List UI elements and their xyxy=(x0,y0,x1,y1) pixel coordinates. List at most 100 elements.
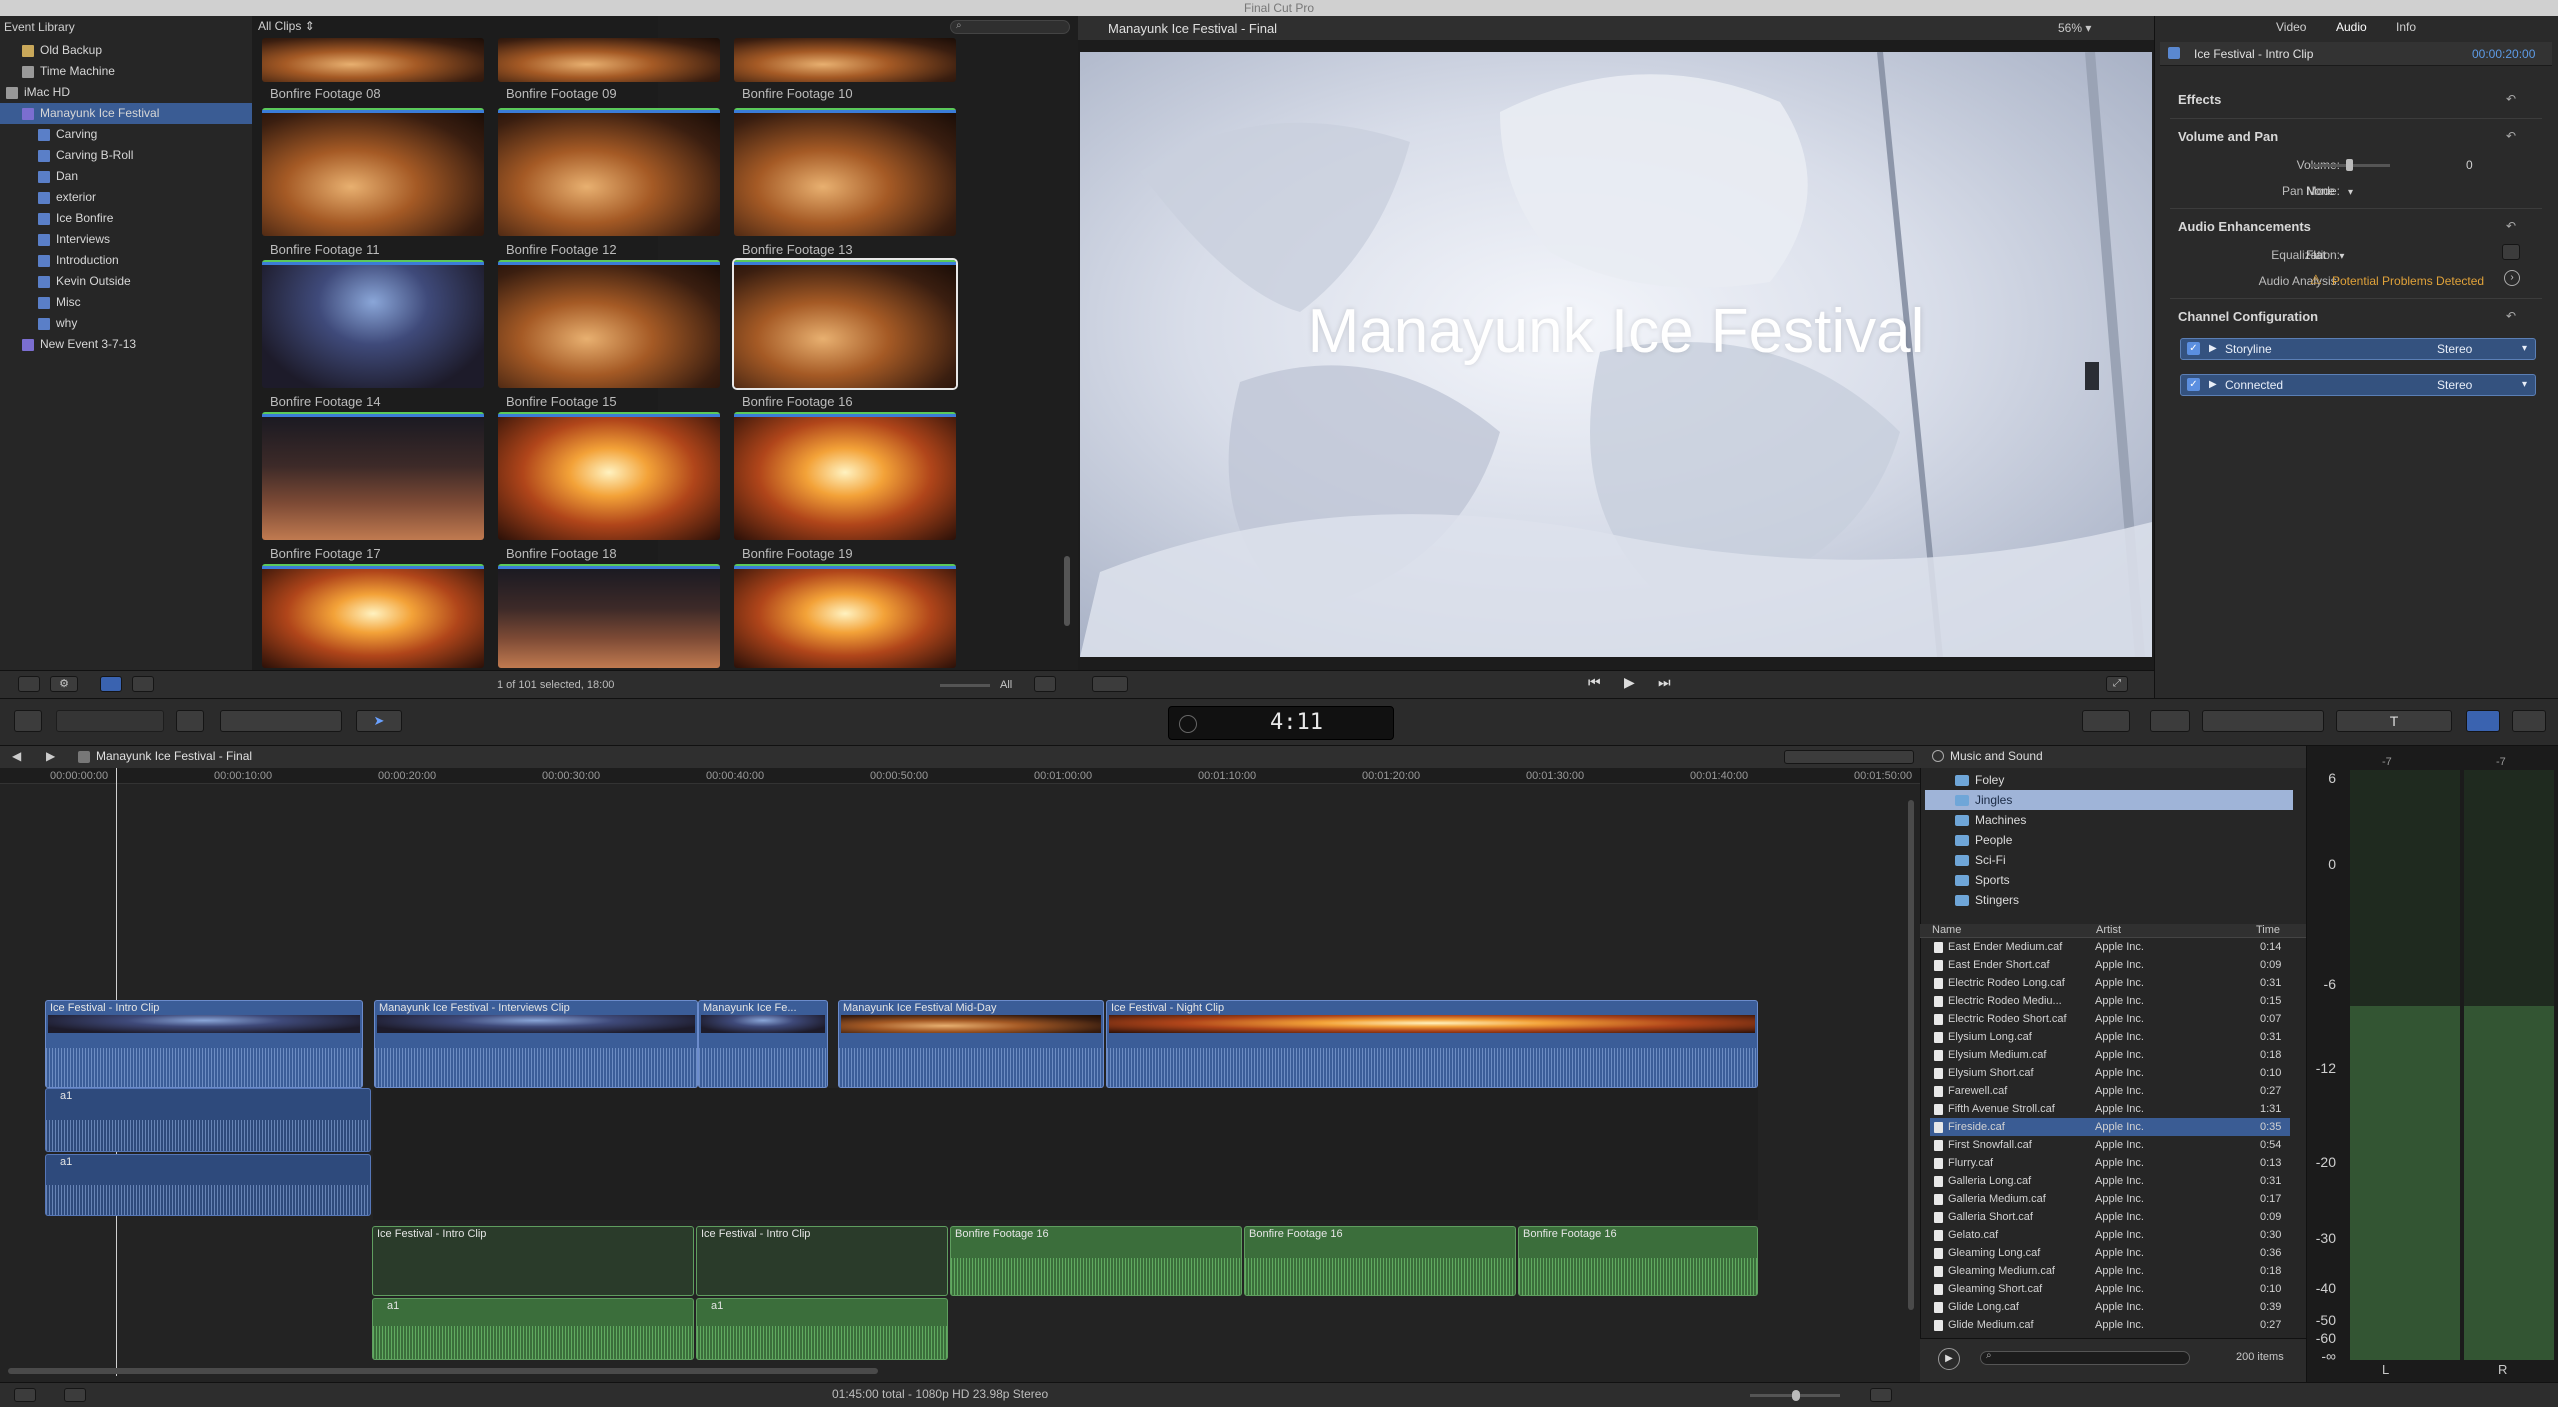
forward-icon[interactable]: ▶ xyxy=(46,749,55,763)
browser-show-all[interactable]: All xyxy=(1000,679,1012,691)
timeline-connected-clip[interactable]: Ice Festival - Intro Clip xyxy=(372,1226,694,1296)
timeline-connected-clip[interactable]: Bonfire Footage 16 xyxy=(950,1226,1242,1296)
previous-edit-icon[interactable]: ⏮ xyxy=(1588,674,1601,691)
sound-list-row[interactable]: Glide Medium.caf Apple Inc. 0:27 xyxy=(1930,1316,2290,1334)
reset-volume-icon[interactable]: ↶ xyxy=(2506,129,2516,143)
disclosure-triangle-icon[interactable]: ▶ xyxy=(2209,375,2217,395)
sound-list-row[interactable]: Elysium Short.caf Apple Inc. 0:10 xyxy=(1930,1064,2290,1082)
chevron-down-icon[interactable]: ▾ xyxy=(2522,375,2527,395)
timeline-zoom-slider[interactable] xyxy=(1750,1390,1840,1401)
sound-list-row[interactable]: Gleaming Short.caf Apple Inc. 0:10 xyxy=(1930,1280,2290,1298)
clip-thumbnail[interactable] xyxy=(734,38,956,82)
next-edit-icon[interactable]: ⏭ xyxy=(1658,674,1671,691)
clip-filter-dropdown[interactable]: All Clips ⇕ xyxy=(258,19,315,33)
checkbox[interactable]: ✓ xyxy=(2187,342,2200,355)
play-icon[interactable]: ▶ xyxy=(1938,1348,1960,1370)
library-item[interactable]: New Event 3-7-13 xyxy=(0,334,252,355)
fullscreen-icon[interactable]: ⤢ xyxy=(2106,676,2128,692)
library-item[interactable]: Carving B-Roll xyxy=(0,145,252,166)
equalization-dropdown[interactable]: Flat ▾ xyxy=(2306,248,2344,262)
volume-slider[interactable] xyxy=(2310,159,2390,171)
clip-thumbnail[interactable] xyxy=(262,412,484,540)
timeline-connected-clip[interactable]: Bonfire Footage 16 xyxy=(1518,1226,1758,1296)
tab-audio[interactable]: Audio xyxy=(2336,20,2367,34)
clip-thumbnail[interactable] xyxy=(734,564,956,668)
sound-folder[interactable]: Sports xyxy=(1925,870,2293,890)
library-item[interactable]: why xyxy=(0,313,252,334)
skimming-toggle-icons[interactable] xyxy=(1784,750,1914,764)
sound-list-row[interactable]: Galleria Long.caf Apple Inc. 0:31 xyxy=(1930,1172,2290,1190)
column-time[interactable]: Time xyxy=(2256,924,2280,936)
timeline-video-clip[interactable]: Manayunk Ice Fe... xyxy=(698,1000,828,1088)
edit-buttons-group[interactable] xyxy=(220,710,342,732)
sound-list-row[interactable]: East Ender Medium.caf Apple Inc. 0:14 xyxy=(1930,938,2290,956)
library-item[interactable]: Interviews xyxy=(0,229,252,250)
clip-thumbnail[interactable] xyxy=(498,564,720,668)
sound-folder[interactable]: Foley xyxy=(1925,770,2293,790)
sound-list-row[interactable]: Electric Rodeo Mediu... Apple Inc. 0:15 xyxy=(1930,992,2290,1010)
sound-list-row[interactable]: Gelato.caf Apple Inc. 0:30 xyxy=(1930,1226,2290,1244)
viewer-zoom-dropdown[interactable]: 56% ▾ xyxy=(2058,21,2091,35)
library-toggle-button[interactable] xyxy=(18,676,40,692)
tab-video[interactable]: Video xyxy=(2276,20,2306,34)
audio-skimming-icon[interactable] xyxy=(64,1388,86,1402)
audio-clip-a1[interactable]: a1 xyxy=(696,1298,948,1360)
clip-thumbnail[interactable] xyxy=(498,108,720,236)
sound-folder[interactable]: People xyxy=(1925,830,2293,850)
tab-info[interactable]: Info xyxy=(2396,20,2416,34)
gear-icon[interactable]: ⚙ xyxy=(50,676,78,692)
enhancements-icon[interactable] xyxy=(2150,710,2190,732)
clip-thumbnail[interactable] xyxy=(734,412,956,540)
disclosure-triangle-icon[interactable]: ▶ xyxy=(2209,339,2217,359)
sound-list-row[interactable]: Glide Long.caf Apple Inc. 0:39 xyxy=(1930,1298,2290,1316)
reset-channels-icon[interactable]: ↶ xyxy=(2506,309,2516,323)
library-item[interactable]: Ice Bonfire xyxy=(0,208,252,229)
clip-thumbnail[interactable] xyxy=(262,38,484,82)
browser-search-field[interactable]: ⌕ xyxy=(950,20,1070,34)
reset-effects-icon[interactable]: ↶ xyxy=(2506,92,2516,106)
sound-list-row[interactable]: Elysium Medium.caf Apple Inc. 0:18 xyxy=(1930,1046,2290,1064)
filmstrip-view-button[interactable] xyxy=(100,676,122,692)
reset-enhancements-icon[interactable]: ↶ xyxy=(2506,219,2516,233)
timeline-video-clip[interactable]: Manayunk Ice Festival - Interviews Clip xyxy=(374,1000,698,1088)
inspector-toggle-icon[interactable] xyxy=(2466,710,2500,732)
timeline-hscrollbar[interactable] xyxy=(8,1368,878,1374)
clip-thumbnail[interactable] xyxy=(732,258,958,390)
sound-folder[interactable]: Sci-Fi xyxy=(1925,850,2293,870)
sound-list-row[interactable]: Electric Rodeo Long.caf Apple Inc. 0:31 xyxy=(1930,974,2290,992)
clip-thumbnail[interactable] xyxy=(498,38,720,82)
timeline-index-icon[interactable] xyxy=(14,1388,36,1402)
analysis-details-icon[interactable]: › xyxy=(2504,270,2520,286)
column-artist[interactable]: Artist xyxy=(2096,924,2121,936)
library-item[interactable]: Time Machine xyxy=(0,61,252,82)
channel-row-storyline[interactable]: ✓ ▶ Storyline Stereo ▾ xyxy=(2180,338,2536,360)
timeline-video-clip[interactable]: Ice Festival - Intro Clip xyxy=(45,1000,363,1088)
import-icon[interactable] xyxy=(14,710,42,732)
viewer-options-button[interactable] xyxy=(1092,676,1128,692)
timeline-video-clip[interactable]: Ice Festival - Night Clip xyxy=(1106,1000,1758,1088)
library-item[interactable]: Dan xyxy=(0,166,252,187)
sound-list-row[interactable]: Galleria Short.caf Apple Inc. 0:09 xyxy=(1930,1208,2290,1226)
clip-thumbnail[interactable] xyxy=(498,412,720,540)
back-icon[interactable]: ◀ xyxy=(12,749,21,763)
column-name[interactable]: Name xyxy=(1932,924,1961,936)
sound-list-row[interactable]: Fifth Avenue Stroll.caf Apple Inc. 1:31 xyxy=(1930,1100,2290,1118)
sound-folder[interactable]: Machines xyxy=(1925,810,2293,830)
clip-thumbnail[interactable] xyxy=(262,108,484,236)
keyword-icon[interactable] xyxy=(176,710,204,732)
volume-slider-thumb[interactable] xyxy=(2346,159,2353,171)
sound-list-row[interactable]: Electric Rodeo Short.caf Apple Inc. 0:07 xyxy=(1930,1010,2290,1028)
pan-mode-dropdown[interactable]: None ▾ xyxy=(2306,184,2353,198)
channel-mode[interactable]: Stereo xyxy=(2437,375,2472,395)
clip-thumbnail[interactable] xyxy=(734,108,956,236)
timeline-scrollbar[interactable] xyxy=(1908,800,1914,1310)
chevron-down-icon[interactable]: ▾ xyxy=(2522,339,2527,359)
audio-clip-a1[interactable]: a1 xyxy=(372,1298,694,1360)
timeline-video-clip[interactable]: Manayunk Ice Festival Mid-Day xyxy=(838,1000,1104,1088)
sound-list-row[interactable]: Fireside.caf Apple Inc. 0:35 xyxy=(1930,1118,2290,1136)
sound-list-row[interactable]: First Snowfall.caf Apple Inc. 0:54 xyxy=(1930,1136,2290,1154)
play-icon[interactable]: ▶ xyxy=(1624,674,1635,691)
select-tool-icon[interactable]: ➤ xyxy=(356,710,402,732)
audio-clip-a1[interactable]: a1 xyxy=(45,1154,371,1216)
sound-list-row[interactable]: Elysium Long.caf Apple Inc. 0:31 xyxy=(1930,1028,2290,1046)
